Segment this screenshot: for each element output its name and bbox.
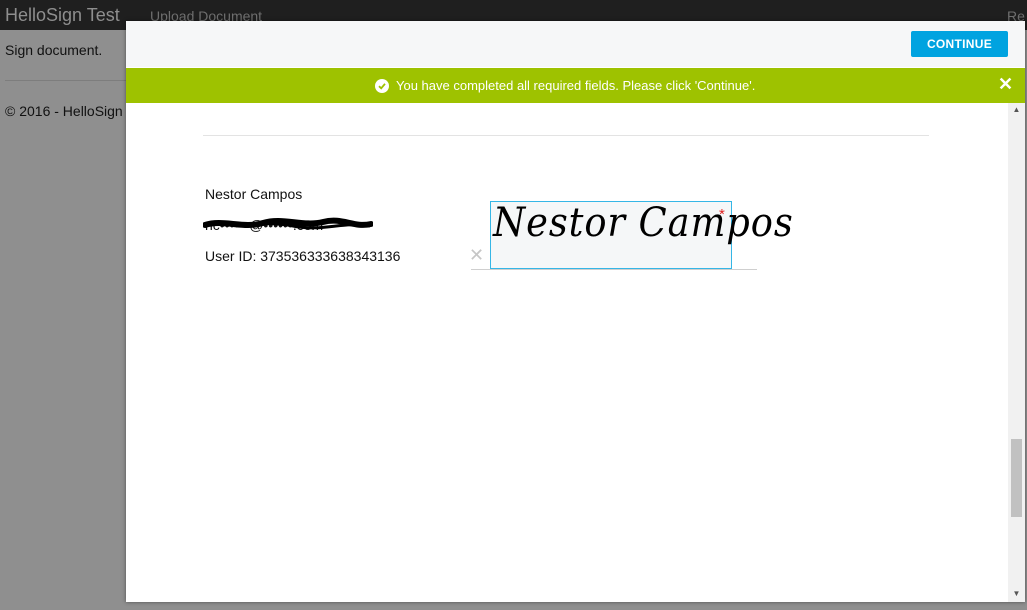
completion-banner: You have completed all required fields. …	[126, 68, 1025, 103]
signing-modal: CONTINUE You have completed all required…	[126, 21, 1025, 602]
page-footer: © 2016 - HelloSign	[5, 103, 123, 119]
scroll-thumb[interactable]	[1011, 439, 1022, 517]
signature-text: Nestor Campos	[493, 200, 794, 246]
banner-message: You have completed all required fields. …	[396, 78, 756, 93]
continue-button[interactable]: CONTINUE	[911, 31, 1008, 57]
signer-user-id: User ID: 373536333638343136	[205, 248, 401, 264]
scroll-up-arrow-icon[interactable]: ▲	[1008, 103, 1025, 117]
signer-name: Nestor Campos	[205, 186, 303, 202]
brand-link[interactable]: HelloSign Test	[5, 5, 120, 26]
check-circle-icon	[375, 78, 389, 93]
page-body-text: Sign document.	[5, 42, 103, 58]
modal-scrollbar[interactable]: ▲ ▼	[1008, 103, 1025, 602]
signature-line	[471, 269, 757, 270]
close-icon[interactable]: ✕	[998, 75, 1013, 93]
close-icon[interactable]: ✕	[469, 246, 484, 264]
page-divider	[5, 80, 130, 81]
required-indicator: *	[719, 206, 725, 223]
document-divider	[203, 135, 929, 136]
modal-header: CONTINUE	[126, 21, 1025, 67]
redaction-scribble	[203, 217, 373, 230]
scroll-down-arrow-icon[interactable]: ▼	[1008, 587, 1025, 601]
banner-content: You have completed all required fields. …	[375, 78, 755, 93]
signature-field[interactable]: Nestor Campos *	[490, 200, 793, 269]
